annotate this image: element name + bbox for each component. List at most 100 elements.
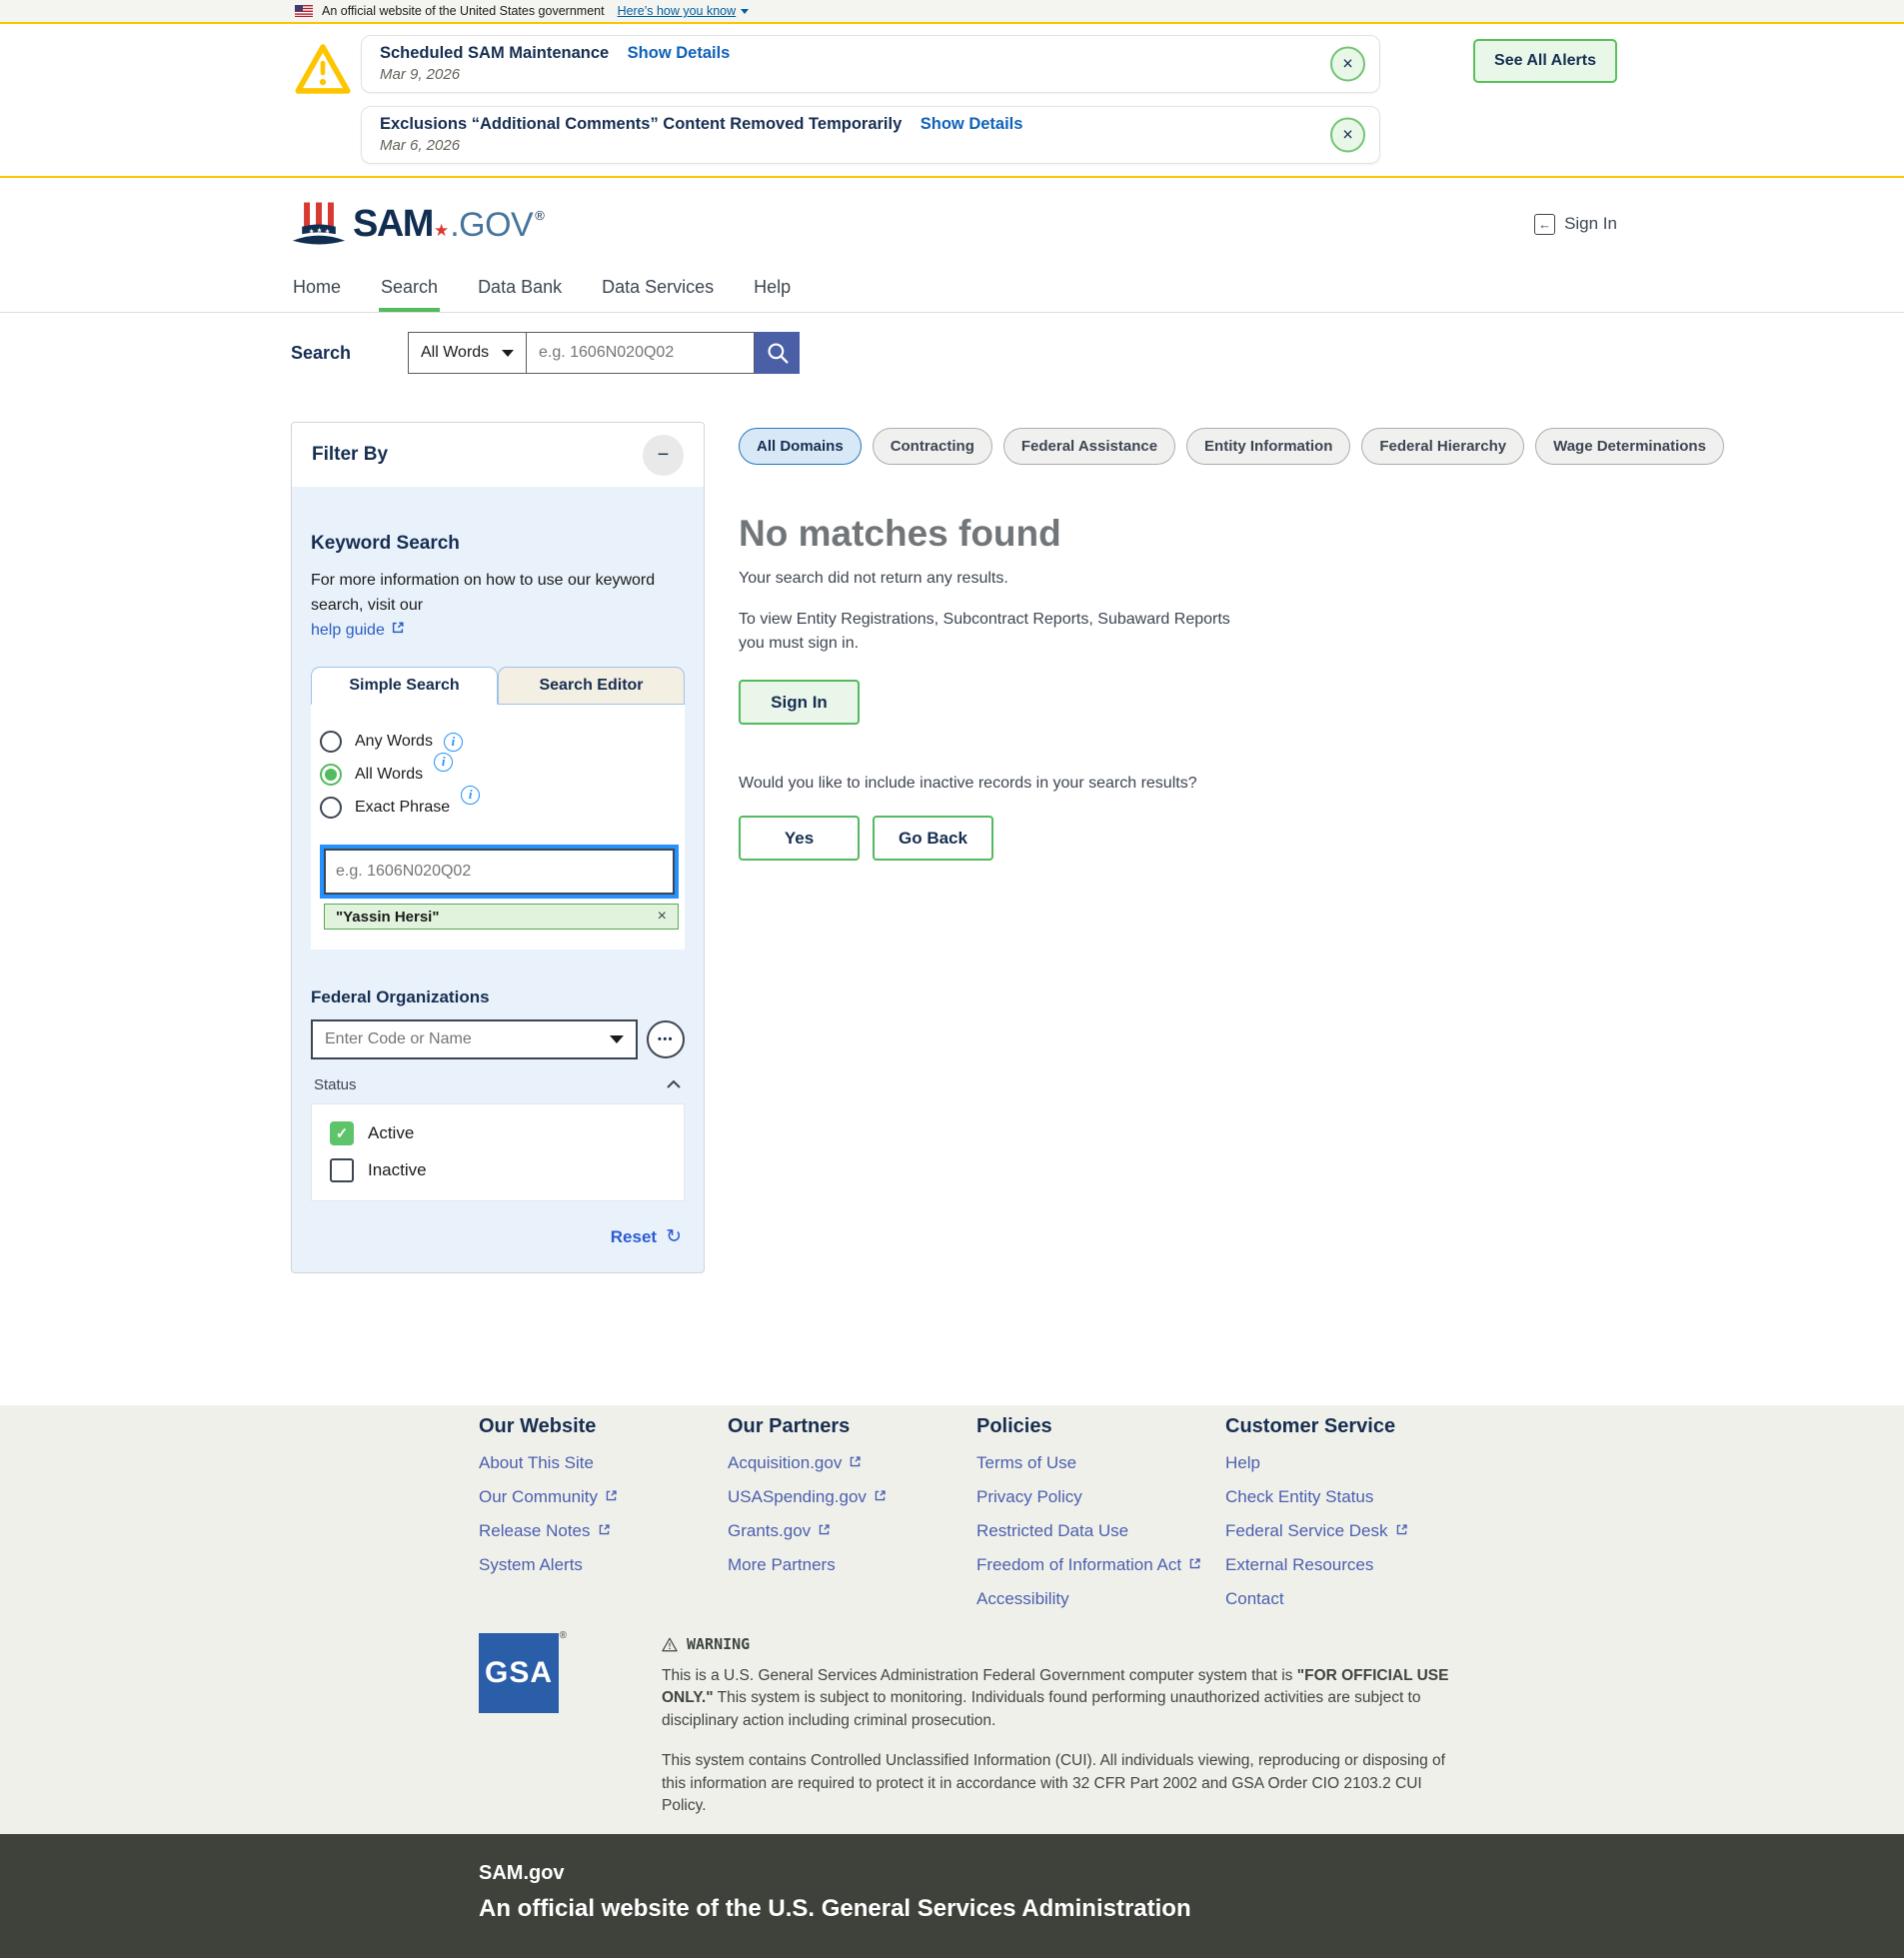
keyword-info-text: For more information on how to use our k… [311,569,685,643]
filter-by-title: Filter By [312,444,389,465]
footer-link-federal-service-desk[interactable]: Federal Service Desk [1225,1521,1408,1541]
info-icon[interactable]: i [461,785,481,805]
results-area: All Domains Contracting Federal Assistan… [739,428,1728,861]
search-scope-select[interactable]: All Words [408,332,527,374]
footer-link-contact[interactable]: Contact [1225,1589,1408,1609]
search-icon [765,340,791,366]
footer-link-privacy-policy[interactable]: Privacy Policy [976,1487,1225,1507]
pill-wage-determinations[interactable]: Wage Determinations [1535,428,1724,465]
footer-link-accessibility[interactable]: Accessibility [976,1589,1225,1609]
info-icon[interactable]: i [434,752,454,772]
pill-federal-hierarchy[interactable]: Federal Hierarchy [1361,428,1525,465]
gov-banner: An official website of the United States… [0,0,1904,24]
tab-simple-search[interactable]: Simple Search [311,667,498,706]
warning-triangle-icon [295,35,357,164]
footer-link-help[interactable]: Help [1225,1453,1408,1473]
footer-link-our-community[interactable]: Our Community [479,1487,728,1507]
footer-link-release-notes[interactable]: Release Notes [479,1521,728,1541]
nav-item-data-services[interactable]: Data Services [600,270,716,312]
top-search-input[interactable] [527,332,755,374]
warning-paragraph-1: This is a U.S. General Services Administ… [662,1667,1449,1729]
nav-item-data-bank[interactable]: Data Bank [476,270,564,312]
go-back-button[interactable]: Go Back [873,816,993,861]
nav-item-home[interactable]: Home [291,270,343,312]
logo-sam-text: SAM [353,202,434,245]
collapse-filters-button[interactable]: − [643,434,684,476]
close-icon: × [1342,53,1353,74]
footer-link-foia[interactable]: Freedom of Information Act [976,1555,1225,1575]
checkbox-inactive[interactable] [330,1158,354,1183]
status-options-box: ✓ Active Inactive [311,1103,685,1202]
external-link-icon [849,1453,862,1473]
checkbox-label-active: Active [368,1123,415,1143]
checkbox-active[interactable]: ✓ [330,1121,354,1146]
svg-text:★: ★ [309,227,315,235]
show-details-link[interactable]: Show Details [628,44,731,62]
footer-link-acquisition-gov[interactable]: Acquisition.gov [728,1453,976,1473]
warning-title: WARNING [662,1635,1453,1653]
more-options-button[interactable]: ••• [647,1020,685,1059]
radio-any-words[interactable] [320,731,342,754]
help-guide-link[interactable]: help guide [311,619,405,644]
federal-org-select[interactable]: Enter Code or Name [311,1019,638,1060]
tab-search-editor[interactable]: Search Editor [498,667,685,706]
sign-in-arrow-icon: ← [1534,213,1556,235]
see-all-alerts-button[interactable]: See All Alerts [1473,39,1617,83]
sign-in-button[interactable]: Sign In [739,680,860,725]
gsa-logo: GSA ® [479,1630,567,1713]
reset-filters-link[interactable]: Reset ↻ [311,1225,685,1248]
chip-remove-icon[interactable]: × [658,908,667,926]
alert-close-button[interactable]: × [1330,117,1365,153]
footer-link-external-resources[interactable]: External Resources [1225,1555,1408,1575]
external-link-icon [391,619,405,644]
close-icon: × [1342,124,1353,145]
footer-link-check-entity-status[interactable]: Check Entity Status [1225,1487,1408,1507]
nav-item-help[interactable]: Help [752,270,793,312]
gsa-registered-mark: ® [559,1630,568,1641]
federal-organizations-heading: Federal Organizations [311,987,490,1007]
checkbox-label-inactive: Inactive [368,1160,427,1180]
footer-link-more-partners[interactable]: More Partners [728,1555,976,1575]
pill-all-domains[interactable]: All Domains [739,428,862,465]
external-link-icon [1188,1555,1201,1575]
info-icon[interactable]: i [443,732,463,752]
nav-item-search[interactable]: Search [379,270,441,312]
keyword-search-input[interactable] [320,845,679,900]
pill-federal-assistance[interactable]: Federal Assistance [1002,428,1176,465]
show-details-link[interactable]: Show Details [921,115,1023,133]
radio-label-exact-phrase: Exact Phrase [355,799,451,817]
footer-link-about-this-site[interactable]: About This Site [479,1453,728,1473]
footer-link-system-alerts[interactable]: System Alerts [479,1555,728,1575]
search-scope-value: All Words [421,344,490,361]
no-results-message: Your search did not return any results. [739,570,1008,587]
alerts-section: Scheduled SAM Maintenance Show Details M… [0,24,1904,178]
keyword-search-heading: Keyword Search [311,533,460,554]
federal-org-placeholder: Enter Code or Name [325,1030,472,1048]
footer-link-restricted-data-use[interactable]: Restricted Data Use [976,1521,1225,1541]
pill-entity-information[interactable]: Entity Information [1186,428,1351,465]
footer-column-our-partners: Our Partners Acquisition.gov USASpending… [728,1415,976,1623]
search-submit-button[interactable] [755,332,800,374]
bottom-bar: SAM.gov An official website of the U.S. … [0,1833,1904,1958]
logo-registered-mark: ® [535,207,545,223]
sam-gov-logo[interactable]: ★ ★ ★ SAM ★ .GOV ® [291,199,545,249]
footer-link-usaspending-gov[interactable]: USASpending.gov [728,1487,976,1507]
footer-heading: Our Partners [728,1415,851,1437]
radio-all-words[interactable] [320,764,342,787]
simple-search-panel: Any Words i All Words i Exact Phrase i e… [311,705,685,951]
header-sign-in-link[interactable]: ← Sign In [1534,213,1617,235]
alert-close-button[interactable]: × [1330,46,1365,82]
external-link-icon [874,1487,887,1507]
external-link-icon [598,1521,611,1541]
yes-button[interactable]: Yes [739,816,860,861]
radio-exact-phrase[interactable] [320,797,342,820]
how-you-know-link[interactable]: Here’s how you know [618,4,750,18]
chevron-up-icon[interactable] [666,1076,682,1093]
reset-label: Reset [610,1226,658,1246]
alert-date: Mar 6, 2026 [380,137,461,154]
logo-gov-text: .GOV [450,205,534,244]
footer-link-terms-of-use[interactable]: Terms of Use [976,1453,1225,1473]
refresh-icon: ↻ [666,1226,682,1248]
footer-link-grants-gov[interactable]: Grants.gov [728,1521,976,1541]
pill-contracting[interactable]: Contracting [872,428,992,465]
